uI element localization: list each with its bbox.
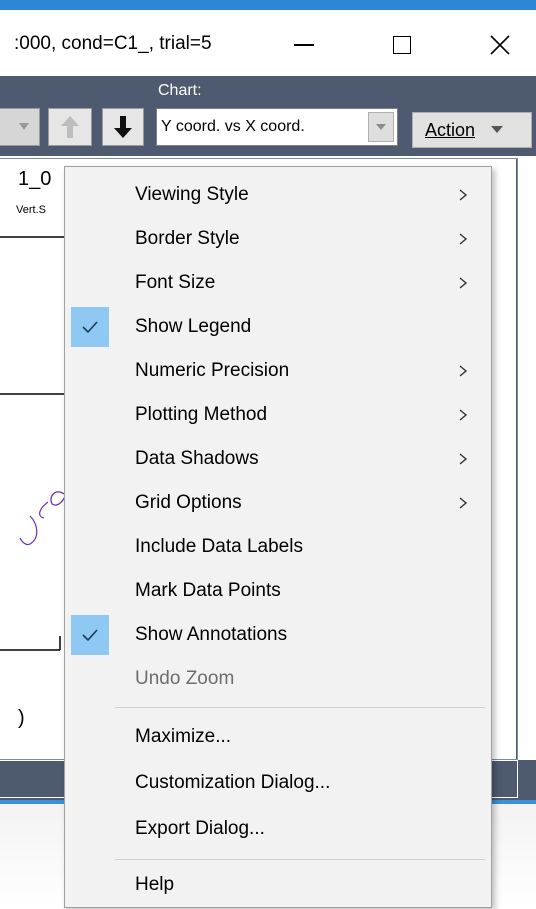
maximize-button[interactable]	[372, 20, 432, 70]
menu-item-undo-zoom: Undo Zoom	[69, 657, 489, 701]
check-slot	[71, 659, 109, 699]
menu-item-border-style[interactable]: Border Style	[69, 217, 489, 261]
close-button[interactable]	[470, 20, 530, 70]
chevron-down-icon	[376, 123, 386, 130]
check-slot	[71, 763, 109, 803]
menu-item-label: Maximize...	[135, 726, 232, 747]
check-slot	[71, 717, 109, 757]
close-icon	[490, 35, 510, 55]
trace-curve	[19, 501, 49, 546]
menu-item-include-data-labels[interactable]: Include Data Labels	[69, 525, 489, 569]
menu-item-label: Show Annotations	[135, 624, 288, 645]
check-slot	[71, 439, 109, 479]
menu-item-label: Customization Dialog...	[135, 772, 331, 793]
menu-item-label: Undo Zoom	[135, 668, 235, 689]
check-slot	[71, 615, 109, 655]
check-slot	[71, 483, 109, 523]
menu-item-maximize[interactable]: Maximize...	[69, 715, 489, 759]
menu-item-label: Font Size	[135, 272, 216, 293]
menu-item-label: Export Dialog...	[135, 818, 265, 839]
menu-separator	[115, 859, 485, 860]
previous-dropdown-button[interactable]	[0, 108, 40, 146]
menu-item-plotting-method[interactable]: Plotting Method	[69, 393, 489, 437]
window-title: :000, cond=C1_, trial=5	[14, 33, 212, 54]
chevron-down-icon	[491, 126, 504, 133]
chevron-right-icon	[459, 365, 468, 377]
check-slot	[71, 351, 109, 391]
menu-item-label: Plotting Method	[135, 404, 268, 425]
menu-item-numeric-precision[interactable]: Numeric Precision	[69, 349, 489, 393]
menu-item-help[interactable]: Help	[69, 863, 489, 907]
check-slot	[71, 571, 109, 611]
check-slot	[71, 263, 109, 303]
check-slot	[71, 865, 109, 905]
check-slot	[71, 395, 109, 435]
menu-item-label: Numeric Precision	[135, 360, 290, 381]
check-slot	[71, 527, 109, 567]
menu-item-label: Help	[135, 874, 175, 895]
check-slot	[71, 219, 109, 259]
chart-label: Chart:	[158, 82, 202, 99]
menu-separator	[115, 707, 485, 708]
checkmark-icon	[82, 629, 98, 642]
checkmark-icon	[82, 321, 98, 334]
chevron-right-icon	[459, 189, 468, 201]
menu-item-export-dialog[interactable]: Export Dialog...	[69, 807, 489, 851]
menu-item-viewing-style[interactable]: Viewing Style	[69, 173, 489, 217]
action-button[interactable]: Action	[412, 112, 532, 148]
window-accent-border	[0, 0, 536, 10]
context-menu: Viewing Style Border Style Font Size Sho…	[64, 166, 492, 908]
menu-item-label: Viewing Style	[135, 184, 249, 205]
menu-item-data-shadows[interactable]: Data Shadows	[69, 437, 489, 481]
menu-item-customization-dialog[interactable]: Customization Dialog...	[69, 761, 489, 805]
minimize-button[interactable]	[274, 20, 334, 70]
minimize-icon	[294, 44, 314, 46]
check-slot	[71, 307, 109, 347]
check-slot	[71, 175, 109, 215]
menu-item-label: Show Legend	[135, 316, 252, 337]
move-down-button[interactable]	[102, 108, 144, 146]
title-bar[interactable]: :000, cond=C1_, trial=5	[0, 10, 536, 76]
menu-item-font-size[interactable]: Font Size	[69, 261, 489, 305]
menu-item-show-annotations[interactable]: Show Annotations	[69, 613, 489, 657]
chart-select-arrow[interactable]	[368, 112, 394, 142]
chart-select-value: Y coord. vs X coord.	[161, 118, 305, 135]
menu-item-label: Data Shadows	[135, 448, 259, 469]
menu-item-label: Include Data Labels	[135, 536, 303, 557]
menu-item-label: Mark Data Points	[135, 580, 281, 601]
menu-item-mark-data-points[interactable]: Mark Data Points	[69, 569, 489, 613]
chart-type-select[interactable]: Y coord. vs X coord.	[156, 108, 398, 146]
arrow-up-icon	[61, 116, 79, 138]
move-up-button[interactable]	[48, 108, 92, 146]
plot-axis-fragment: )	[18, 707, 25, 729]
menu-item-label: Border Style	[135, 228, 240, 249]
chevron-right-icon	[459, 233, 468, 245]
menu-item-show-legend[interactable]: Show Legend	[69, 305, 489, 349]
arrow-down-icon	[114, 116, 132, 138]
menu-item-grid-options[interactable]: Grid Options	[69, 481, 489, 525]
chevron-right-icon	[459, 453, 468, 465]
menu-item-label: Grid Options	[135, 492, 242, 513]
action-button-label: Action	[425, 119, 476, 140]
chevron-down-icon	[19, 123, 29, 130]
chevron-right-icon	[459, 497, 468, 509]
maximize-icon	[393, 36, 411, 54]
check-slot	[71, 809, 109, 849]
chevron-right-icon	[459, 409, 468, 421]
chevron-right-icon	[459, 277, 468, 289]
